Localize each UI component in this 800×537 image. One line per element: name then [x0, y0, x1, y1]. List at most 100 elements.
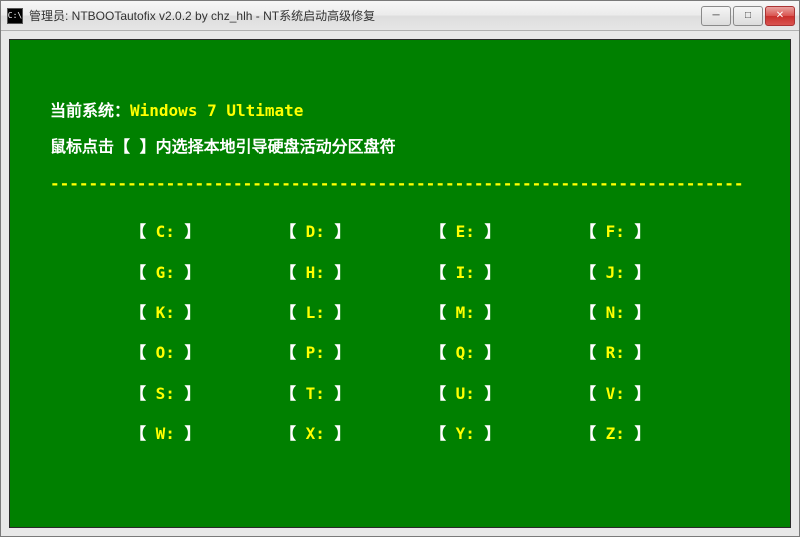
bracket-right-icon: 】	[625, 303, 651, 322]
drive-option-e[interactable]: 【 E: 】	[430, 221, 580, 243]
drive-option-w[interactable]: 【 W: 】	[130, 423, 280, 445]
bracket-left-icon: 【	[130, 263, 156, 282]
bracket-left-icon: 【	[580, 424, 606, 443]
bracket-right-icon: 】	[325, 424, 351, 443]
bracket-left-icon: 【	[130, 384, 156, 403]
bracket-left-icon: 【	[430, 303, 456, 322]
bracket-right-icon: 】	[475, 263, 501, 282]
drive-option-l[interactable]: 【 L: 】	[280, 302, 430, 324]
drive-letter: Y:	[456, 424, 475, 443]
bracket-left-icon: 【	[130, 343, 156, 362]
app-window: C:\ 管理员: NTBOOTautofix v2.0.2 by chz_hlh…	[0, 0, 800, 537]
bracket-left-icon: 【	[430, 424, 456, 443]
drive-option-z[interactable]: 【 Z: 】	[580, 423, 730, 445]
drive-option-p[interactable]: 【 P: 】	[280, 342, 430, 364]
drive-letter: I:	[456, 263, 475, 282]
drive-letter: J:	[606, 263, 625, 282]
close-button[interactable]: ✕	[765, 6, 795, 26]
drive-row: 【 G: 】【 H: 】【 I: 】【 J: 】	[130, 262, 750, 284]
drive-option-x[interactable]: 【 X: 】	[280, 423, 430, 445]
bracket-right-icon: 】	[625, 384, 651, 403]
current-system-label: 当前系统：	[50, 101, 130, 120]
bracket-left-icon: 【	[430, 384, 456, 403]
drive-letter: W:	[156, 424, 175, 443]
drive-option-m[interactable]: 【 M: 】	[430, 302, 580, 324]
drive-letter: H:	[306, 263, 325, 282]
bracket-right-icon: 】	[175, 303, 201, 322]
bracket-right-icon: 】	[175, 424, 201, 443]
drive-option-n[interactable]: 【 N: 】	[580, 302, 730, 324]
bracket-left-icon: 【	[280, 343, 306, 362]
drive-option-t[interactable]: 【 T: 】	[280, 383, 430, 405]
maximize-button[interactable]: □	[733, 6, 763, 26]
window-controls: ─ □ ✕	[701, 6, 795, 26]
drive-letter: K:	[156, 303, 175, 322]
bracket-left-icon: 【	[130, 222, 156, 241]
drive-letter: N:	[606, 303, 625, 322]
bracket-left-icon: 【	[580, 263, 606, 282]
bracket-left-icon: 【	[430, 263, 456, 282]
bracket-right-icon: 】	[475, 343, 501, 362]
drive-option-q[interactable]: 【 Q: 】	[430, 342, 580, 364]
drive-option-g[interactable]: 【 G: 】	[130, 262, 280, 284]
drive-row: 【 S: 】【 T: 】【 U: 】【 V: 】	[130, 383, 750, 405]
drive-option-y[interactable]: 【 Y: 】	[430, 423, 580, 445]
drive-option-i[interactable]: 【 I: 】	[430, 262, 580, 284]
bracket-left-icon: 【	[580, 303, 606, 322]
bracket-right-icon: 】	[475, 222, 501, 241]
separator-line: ----------------------------------------…	[50, 173, 750, 195]
drive-option-o[interactable]: 【 O: 】	[130, 342, 280, 364]
drive-row: 【 C: 】【 D: 】【 E: 】【 F: 】	[130, 221, 750, 243]
drive-option-u[interactable]: 【 U: 】	[430, 383, 580, 405]
app-icon: C:\	[7, 8, 23, 24]
bracket-right-icon: 】	[325, 384, 351, 403]
drive-letter: Q:	[456, 343, 475, 362]
drive-option-f[interactable]: 【 F: 】	[580, 221, 730, 243]
bracket-left-icon: 【	[280, 222, 306, 241]
drive-letter: D:	[306, 222, 325, 241]
instruction-line: 鼠标点击【 】内选择本地引导硬盘活动分区盘符	[50, 136, 750, 158]
bracket-right-icon: 】	[325, 303, 351, 322]
drive-row: 【 K: 】【 L: 】【 M: 】【 N: 】	[130, 302, 750, 324]
drive-grid: 【 C: 】【 D: 】【 E: 】【 F: 】【 G: 】【 H: 】【 I:…	[50, 221, 750, 445]
window-title: 管理员: NTBOOTautofix v2.0.2 by chz_hlh - N…	[29, 7, 701, 24]
drive-letter: R:	[606, 343, 625, 362]
drive-letter: M:	[456, 303, 475, 322]
drive-letter: V:	[606, 384, 625, 403]
drive-letter: Z:	[606, 424, 625, 443]
drive-option-s[interactable]: 【 S: 】	[130, 383, 280, 405]
bracket-right-icon: 】	[475, 303, 501, 322]
bracket-right-icon: 】	[175, 222, 201, 241]
bracket-left-icon: 【	[580, 384, 606, 403]
drive-row: 【 O: 】【 P: 】【 Q: 】【 R: 】	[130, 342, 750, 364]
bracket-left-icon: 【	[280, 424, 306, 443]
drive-option-v[interactable]: 【 V: 】	[580, 383, 730, 405]
bracket-left-icon: 【	[580, 222, 606, 241]
bracket-right-icon: 】	[625, 343, 651, 362]
drive-letter: T:	[306, 384, 325, 403]
bracket-right-icon: 】	[175, 343, 201, 362]
bracket-right-icon: 】	[175, 384, 201, 403]
bracket-left-icon: 【	[430, 222, 456, 241]
drive-row: 【 W: 】【 X: 】【 Y: 】【 Z: 】	[130, 423, 750, 445]
drive-letter: F:	[606, 222, 625, 241]
minimize-button[interactable]: ─	[701, 6, 731, 26]
drive-letter: L:	[306, 303, 325, 322]
drive-option-d[interactable]: 【 D: 】	[280, 221, 430, 243]
drive-option-r[interactable]: 【 R: 】	[580, 342, 730, 364]
bracket-right-icon: 】	[625, 424, 651, 443]
titlebar: C:\ 管理员: NTBOOTautofix v2.0.2 by chz_hlh…	[1, 1, 799, 31]
drive-option-c[interactable]: 【 C: 】	[130, 221, 280, 243]
drive-option-j[interactable]: 【 J: 】	[580, 262, 730, 284]
bracket-left-icon: 【	[280, 263, 306, 282]
drive-option-k[interactable]: 【 K: 】	[130, 302, 280, 324]
client-area: 当前系统：Windows 7 Ultimate 鼠标点击【 】内选择本地引导硬盘…	[1, 31, 799, 536]
drive-letter: X:	[306, 424, 325, 443]
bracket-right-icon: 】	[325, 222, 351, 241]
drive-option-h[interactable]: 【 H: 】	[280, 262, 430, 284]
drive-letter: P:	[306, 343, 325, 362]
bracket-right-icon: 】	[325, 343, 351, 362]
bracket-right-icon: 】	[625, 263, 651, 282]
bracket-right-icon: 】	[475, 424, 501, 443]
bracket-left-icon: 【	[280, 384, 306, 403]
